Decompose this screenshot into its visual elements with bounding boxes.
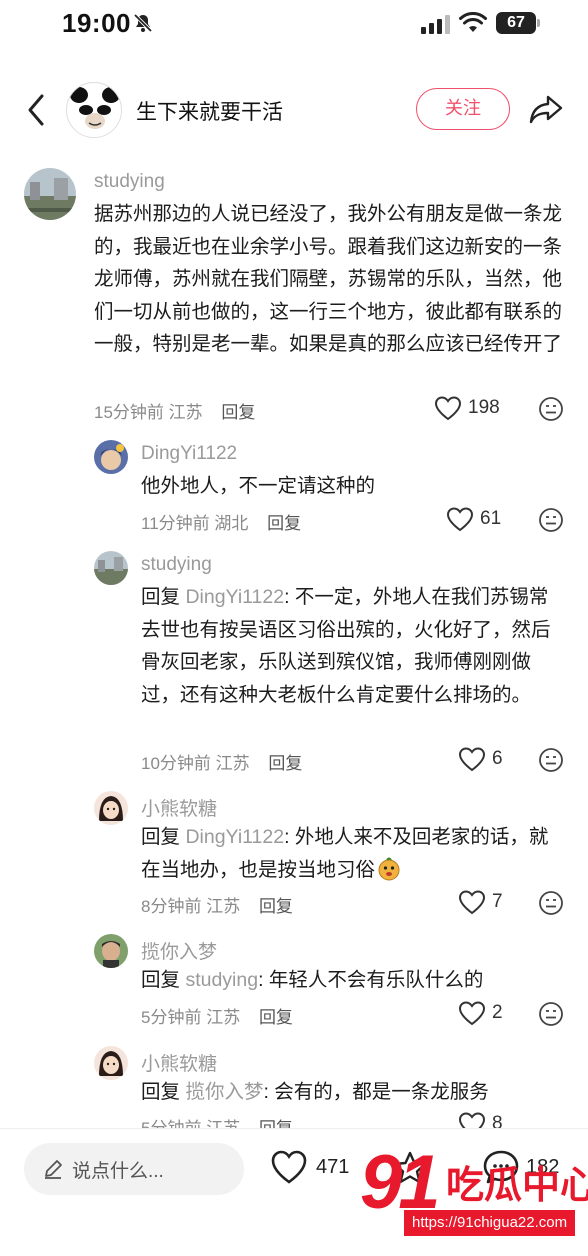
commenter-avatar[interactable] bbox=[94, 791, 128, 825]
status-bar: 19:00 67 bbox=[0, 0, 588, 48]
comment-input[interactable]: 说点什么... bbox=[24, 1143, 244, 1195]
author-avatar[interactable] bbox=[66, 82, 122, 138]
comment-text: 回复 DingYi1122: 不一定，外地人在我们苏锡常去世也有按吴语区习俗出殡… bbox=[141, 581, 566, 711]
like-count: 61 bbox=[480, 508, 502, 529]
reply-button[interactable]: 回复 bbox=[259, 1008, 293, 1027]
comment-location: 江苏 bbox=[206, 897, 241, 916]
emoji-face-icon[interactable] bbox=[538, 890, 564, 916]
heart-icon bbox=[434, 396, 462, 421]
heart-icon bbox=[458, 1001, 486, 1026]
watermark-brand: 吃瓜中心 bbox=[446, 1165, 588, 1207]
follow-button[interactable]: 关注 bbox=[416, 88, 510, 130]
like-button[interactable]: 198 bbox=[434, 395, 500, 421]
mention-link[interactable]: DingYi1122 bbox=[185, 586, 284, 608]
comment-text: 他外地人，不一定请这种的 bbox=[141, 475, 376, 497]
comment-text: 回复 DingYi1122: 外地人来不及回老家的话，就在当地办，也是按当地习俗 bbox=[141, 821, 566, 886]
like-count: 2 bbox=[492, 1002, 503, 1023]
commenter-avatar[interactable] bbox=[94, 551, 128, 585]
comment-time: 15分钟前 bbox=[94, 403, 164, 422]
landscape-avatar-image bbox=[94, 551, 128, 585]
girl-avatar-image bbox=[94, 791, 128, 825]
reply-body: : 年轻人不会有乐队什么的 bbox=[258, 969, 484, 991]
mention-link[interactable]: 揽你入梦 bbox=[185, 1081, 263, 1103]
like-count: 6 bbox=[492, 748, 503, 769]
reply-prefix: 回复 bbox=[141, 969, 181, 991]
back-icon[interactable] bbox=[24, 92, 48, 128]
post-header: 生下来就要干活 关注 bbox=[0, 78, 588, 142]
comment-time: 8分钟前 bbox=[141, 897, 202, 916]
comment-meta: 5分钟前 江苏 回复 bbox=[141, 1003, 293, 1028]
commenter-name[interactable]: 揽你入梦 bbox=[141, 937, 217, 964]
commenter-name[interactable]: 小熊软糖 bbox=[141, 794, 217, 821]
panda-face-avatar-image bbox=[69, 87, 121, 137]
commenter-name[interactable]: studying bbox=[94, 171, 165, 193]
mention-link[interactable]: DingYi1122 bbox=[185, 826, 284, 848]
like-count: 7 bbox=[492, 891, 503, 912]
post-like-count: 471 bbox=[316, 1155, 350, 1178]
comment-text: 据苏州那边的人说已经没了，我外公有朋友是做一条龙的，我最近也在业余学小号。跟着我… bbox=[94, 203, 563, 355]
wifi-icon bbox=[459, 12, 487, 32]
heart-icon bbox=[271, 1150, 307, 1184]
like-button[interactable]: 7 bbox=[458, 889, 503, 915]
post-like-button[interactable]: 471 bbox=[270, 1149, 349, 1185]
anime-avatar-image bbox=[94, 440, 128, 474]
heart-icon bbox=[458, 890, 486, 915]
comment-time: 11分钟前 bbox=[141, 514, 210, 533]
comment-meta: 11分钟前 湖北 回复 bbox=[141, 509, 301, 534]
comment-location: 江苏 bbox=[206, 1008, 241, 1027]
signal-icon bbox=[421, 15, 450, 34]
status-time: 19:00 bbox=[62, 8, 131, 38]
commenter-avatar[interactable] bbox=[94, 440, 128, 474]
reply-prefix: 回复 bbox=[141, 586, 181, 608]
commenter-name[interactable]: studying bbox=[141, 554, 212, 576]
commenter-name[interactable]: 小熊软糖 bbox=[141, 1049, 217, 1076]
emoji-face-icon[interactable] bbox=[538, 507, 564, 533]
emoji-face-icon[interactable] bbox=[538, 747, 564, 773]
site-watermark: 91 吃瓜中心 https://91chigua22.com bbox=[360, 1140, 588, 1240]
comment-meta: 10分钟前 江苏 回复 bbox=[141, 749, 302, 774]
author-name[interactable]: 生下来就要干活 bbox=[136, 96, 283, 126]
emoji-face-icon[interactable] bbox=[538, 1001, 564, 1027]
mention-link[interactable]: studying bbox=[185, 969, 258, 991]
comment-location: 江苏 bbox=[168, 403, 203, 422]
comment-location: 江苏 bbox=[215, 754, 250, 773]
share-icon[interactable] bbox=[528, 92, 564, 126]
comment-time: 5分钟前 bbox=[141, 1008, 202, 1027]
pen-icon bbox=[45, 1160, 62, 1179]
commenter-avatar[interactable] bbox=[24, 168, 76, 220]
reply-prefix: 回复 bbox=[141, 826, 181, 848]
comment-text: 回复 揽你入梦: 会有的，都是一条龙服务 bbox=[141, 1076, 566, 1109]
battery-indicator: 67 bbox=[496, 12, 540, 34]
like-button[interactable]: 6 bbox=[458, 746, 503, 772]
man-avatar-image bbox=[94, 934, 128, 968]
heart-icon bbox=[446, 507, 474, 532]
reply-button[interactable]: 回复 bbox=[267, 514, 301, 533]
comment-input-placeholder: 说点什么... bbox=[72, 1161, 164, 1182]
reply-button[interactable]: 回复 bbox=[259, 897, 293, 916]
comment-time: 10分钟前 bbox=[141, 754, 211, 773]
like-count: 198 bbox=[468, 397, 500, 418]
commenter-name[interactable]: DingYi1122 bbox=[141, 443, 237, 465]
landscape-avatar-image bbox=[24, 168, 76, 220]
comment-location: 湖北 bbox=[214, 514, 249, 533]
watermark-url: https://91chigua22.com bbox=[404, 1210, 576, 1236]
emoji-face-icon[interactable] bbox=[538, 396, 564, 422]
reply-body: : 会有的，都是一条龙服务 bbox=[263, 1081, 489, 1103]
reply-prefix: 回复 bbox=[141, 1081, 181, 1103]
like-button[interactable]: 61 bbox=[446, 506, 501, 532]
comment-meta: 15分钟前 江苏 回复 bbox=[94, 398, 255, 423]
comment-text: 回复 studying: 年轻人不会有乐队什么的 bbox=[141, 964, 566, 997]
commenter-avatar[interactable] bbox=[94, 934, 128, 968]
commenter-avatar[interactable] bbox=[94, 1046, 128, 1080]
reply-button[interactable]: 回复 bbox=[221, 403, 255, 422]
like-button[interactable]: 2 bbox=[458, 1000, 503, 1026]
girl-avatar-image bbox=[94, 1046, 128, 1080]
sticker-face-icon bbox=[378, 857, 400, 880]
reply-button[interactable]: 回复 bbox=[268, 754, 302, 773]
bell-off-icon bbox=[133, 13, 153, 33]
comment-meta: 8分钟前 江苏 回复 bbox=[141, 892, 293, 917]
heart-icon bbox=[458, 747, 486, 772]
